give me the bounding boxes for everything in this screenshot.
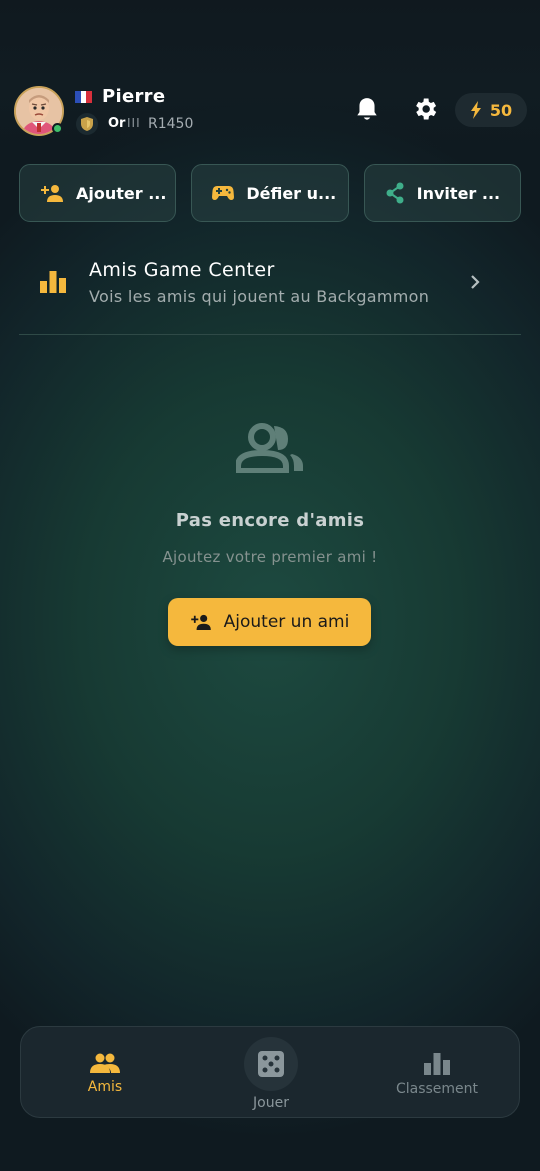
invite-label: Inviter ... — [416, 183, 501, 203]
bar-chart-icon — [40, 271, 66, 293]
france-flag-icon — [75, 91, 93, 103]
profile-header: Pierre Or III R1450 50 — [0, 82, 540, 142]
challenge-label: Défier u... — [246, 183, 337, 203]
game-center-title: Amis Game Center — [89, 259, 275, 281]
gamepad-icon — [212, 186, 235, 200]
nav-tab-classement[interactable]: Classement — [387, 1027, 487, 1119]
empty-state-title: Pas encore d'amis — [175, 510, 365, 531]
quick-actions: Ajouter ... Défier u... Inviter ... — [19, 164, 521, 222]
rating: R1450 — [148, 116, 194, 132]
rank-badge-icon — [76, 113, 98, 135]
dice-icon — [258, 1051, 284, 1077]
chevron-right-icon — [471, 275, 480, 289]
people-icon — [236, 423, 303, 473]
nav-tab-amis[interactable]: Amis — [65, 1027, 145, 1119]
people-icon — [90, 1053, 120, 1073]
play-button-circle — [244, 1037, 298, 1091]
add-friend-label: Ajouter ... — [76, 183, 167, 203]
username: Pierre — [102, 86, 166, 107]
nav-tab-classement-label: Classement — [395, 1081, 479, 1097]
nav-tab-jouer[interactable]: Jouer — [231, 1027, 311, 1119]
nav-tab-jouer-label: Jouer — [253, 1095, 289, 1111]
bottom-navigation: Amis Jouer Classement — [20, 1026, 520, 1118]
game-center-subtitle: Vois les amis qui jouent au Backgammon — [89, 287, 430, 306]
person-add-icon — [41, 185, 63, 202]
add-friend-primary-button[interactable]: Ajouter un ami — [168, 598, 371, 646]
rank-tier: III — [127, 116, 141, 130]
nav-tab-amis-label: Amis — [87, 1079, 123, 1095]
gear-icon[interactable] — [411, 95, 439, 123]
bell-icon[interactable] — [354, 96, 380, 124]
bar-chart-icon — [424, 1053, 450, 1075]
person-add-icon — [190, 614, 211, 630]
online-status-dot — [52, 123, 63, 134]
add-friend-button[interactable]: Ajouter ... — [19, 164, 177, 222]
energy-counter[interactable]: 50 — [455, 93, 527, 127]
divider — [19, 334, 521, 335]
invite-button[interactable]: Inviter ... — [363, 164, 521, 222]
game-center-row[interactable]: Amis Game Center Vois les amis qui jouen… — [19, 250, 521, 314]
rank-name: Or — [108, 116, 126, 131]
empty-state-subtitle: Ajoutez votre premier ami ! — [162, 548, 378, 566]
lightning-icon — [470, 101, 481, 119]
share-icon — [386, 182, 404, 204]
energy-value: 50 — [489, 100, 513, 120]
challenge-button[interactable]: Défier u... — [191, 164, 349, 222]
add-friend-primary-label: Ajouter un ami — [223, 612, 350, 632]
